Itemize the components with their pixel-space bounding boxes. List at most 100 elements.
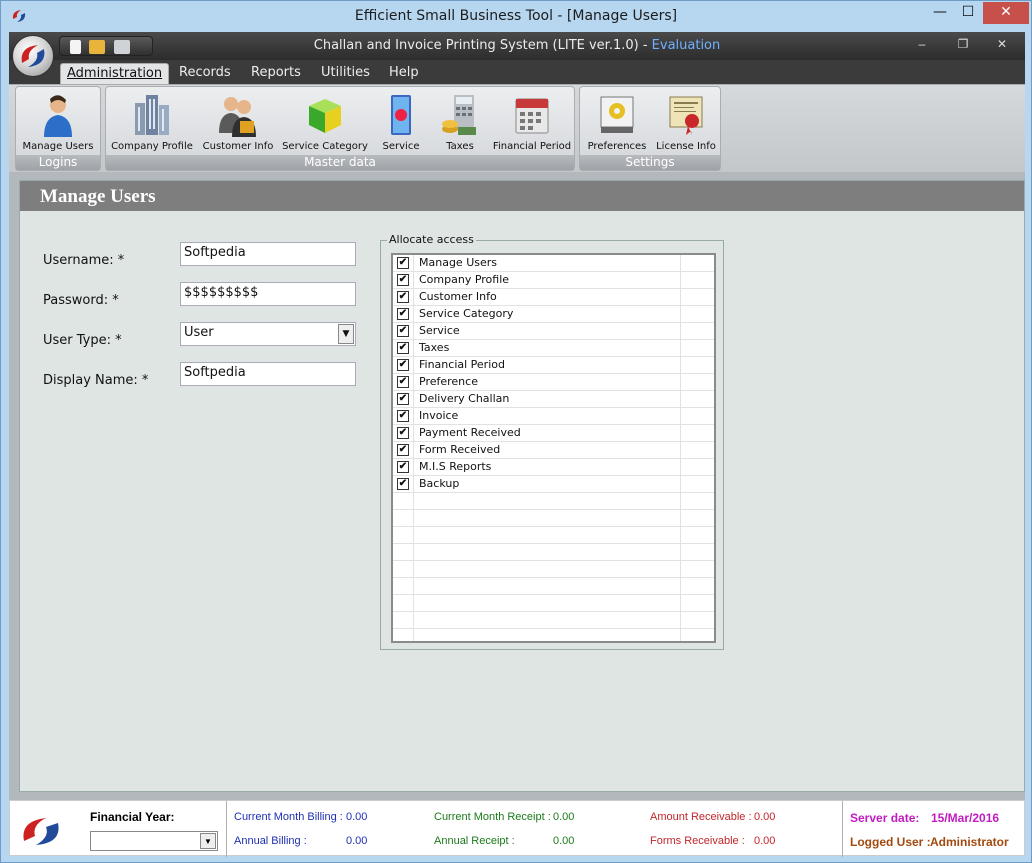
company-profile-button[interactable]: Company Profile (108, 91, 196, 155)
annual-receipt-label: Annual Receipt : (434, 835, 515, 847)
empty-row (393, 527, 714, 544)
access-checkbox[interactable]: ✔ (397, 308, 409, 320)
preferences-label: Preferences (587, 141, 647, 152)
taxes-label: Taxes (446, 141, 474, 152)
tab-administration[interactable]: Administration (60, 63, 170, 84)
access-row[interactable]: ✔ Form Received (393, 442, 714, 459)
access-row[interactable]: ✔ Preference (393, 374, 714, 391)
access-checkbox[interactable]: ✔ (397, 478, 409, 490)
access-row[interactable]: ✔ Invoice (393, 408, 714, 425)
window-close-button[interactable]: ✕ (983, 2, 1029, 24)
edition-label: Evaluation (651, 38, 721, 53)
tab-help[interactable]: Help (383, 63, 425, 84)
access-checkbox[interactable]: ✔ (397, 393, 409, 405)
access-row[interactable]: ✔ Company Profile (393, 272, 714, 289)
password-input[interactable]: $$$$$$$$$ (180, 282, 356, 306)
financial-year-label: Financial Year: (90, 810, 175, 824)
server-date-label: Server date: (850, 811, 920, 825)
tab-utilities[interactable]: Utilities (315, 63, 376, 84)
customer-info-label: Customer Info (202, 141, 274, 152)
app-titlebar: Challan and Invoice Printing System (LIT… (9, 32, 1025, 74)
access-grid[interactable]: ✔ Manage Users ✔ Company Profile ✔ Customer I… (391, 253, 716, 643)
checkbox-cell (393, 612, 414, 629)
access-row[interactable]: ✔ Taxes (393, 340, 714, 357)
access-checkbox[interactable]: ✔ (397, 291, 409, 303)
display-name-input[interactable]: Softpedia (180, 362, 356, 386)
access-item-label: Financial Period (419, 358, 505, 371)
current-month-billing-label: Current Month Billing : (234, 811, 343, 823)
username-input[interactable]: Softpedia (180, 242, 356, 266)
access-row[interactable]: ✔ Customer Info (393, 289, 714, 306)
app-close-button[interactable]: ✕ (991, 37, 1013, 51)
content-area: Manage Users Username: * Softpedia Passw… (9, 172, 1025, 800)
access-checkbox[interactable]: ✔ (397, 325, 409, 337)
financial-period-button[interactable]: Financial Period (490, 91, 574, 155)
access-row[interactable]: ✔ Service (393, 323, 714, 340)
forms-receivable-value: 0.00 (754, 835, 776, 847)
access-row[interactable]: ✔ Delivery Challan (393, 391, 714, 408)
tab-reports[interactable]: Reports (245, 63, 307, 84)
access-checkbox[interactable]: ✔ (397, 376, 409, 388)
main-window: Efficient Small Business Tool - [Manage … (0, 0, 1032, 863)
menu-bar: Administration Records Reports Utilities… (9, 60, 1025, 84)
access-item-label: Backup (419, 477, 460, 490)
access-checkbox[interactable]: ✔ (397, 444, 409, 456)
access-checkbox[interactable]: ✔ (397, 410, 409, 422)
license-info-label: License Info (656, 141, 716, 152)
access-row[interactable]: ✔ Manage Users (393, 255, 714, 272)
financial-year-select[interactable]: ▼ (90, 831, 218, 851)
checkbox-cell (393, 578, 414, 595)
financial-year-dropdown-icon[interactable]: ▼ (200, 833, 216, 849)
access-row[interactable]: ✔ Backup (393, 476, 714, 493)
access-row[interactable]: ✔ Service Category (393, 306, 714, 323)
annual-receipt-value: 0.00 (553, 835, 575, 847)
access-checkbox[interactable]: ✔ (397, 359, 409, 371)
access-item-label: Payment Received (419, 426, 521, 439)
customers-icon (218, 93, 258, 137)
service-button[interactable]: Service (376, 91, 426, 155)
annual-billing-label: Annual Billing : (234, 835, 307, 847)
ribbon-group-settings: Preferences License Info Settings (579, 86, 721, 171)
tab-utilities-label: Utilities (321, 65, 370, 80)
buildings-icon (132, 93, 172, 137)
customer-info-button[interactable]: Customer Info (200, 91, 276, 155)
tab-records-label: Records (179, 65, 231, 80)
grid-column-line (680, 408, 681, 425)
taxes-button[interactable]: Taxes (436, 91, 484, 155)
service-category-button[interactable]: Service Category (280, 91, 370, 155)
app-title: Challan and Invoice Printing System (LIT… (9, 38, 1025, 53)
grid-column-line (680, 391, 681, 408)
access-checkbox[interactable]: ✔ (397, 257, 409, 269)
checkbox-cell (393, 544, 414, 561)
grid-column-line (680, 544, 681, 561)
user-type-select[interactable]: User ▼ (180, 322, 356, 346)
password-label: Password: * (43, 293, 119, 308)
window-titlebar[interactable]: Efficient Small Business Tool - [Manage … (1, 1, 1031, 32)
tab-records[interactable]: Records (173, 63, 237, 84)
logged-user-label: Logged User : (850, 835, 931, 849)
access-checkbox[interactable]: ✔ (397, 342, 409, 354)
app-restore-button[interactable]: ❐ (952, 37, 974, 51)
window-minimize-button[interactable]: — (927, 2, 953, 24)
manage-users-button[interactable]: Manage Users (18, 91, 98, 155)
checkbox-cell (393, 527, 414, 544)
access-row[interactable]: ✔ M.I.S Reports (393, 459, 714, 476)
logged-user-value: Administrator (930, 835, 1009, 849)
preferences-button[interactable]: Preferences (582, 91, 652, 155)
checkbox-cell (393, 493, 414, 510)
access-checkbox[interactable]: ✔ (397, 461, 409, 473)
app-menu-orb[interactable] (12, 35, 54, 77)
app-minimize-button[interactable]: – (911, 37, 933, 51)
access-checkbox[interactable]: ✔ (397, 427, 409, 439)
dropdown-arrow-icon[interactable]: ▼ (338, 324, 354, 344)
amount-receivable-label: Amount Receivable : (650, 811, 752, 823)
window-maximize-button[interactable]: ☐ (955, 2, 981, 24)
license-info-button[interactable]: License Info (652, 91, 720, 155)
access-checkbox[interactable]: ✔ (397, 274, 409, 286)
status-divider (226, 801, 227, 857)
access-row[interactable]: ✔ Payment Received (393, 425, 714, 442)
access-row[interactable]: ✔ Financial Period (393, 357, 714, 374)
empty-row (393, 612, 714, 629)
annual-billing-value: 0.00 (346, 835, 368, 847)
panel-header: Manage Users (20, 181, 1024, 211)
